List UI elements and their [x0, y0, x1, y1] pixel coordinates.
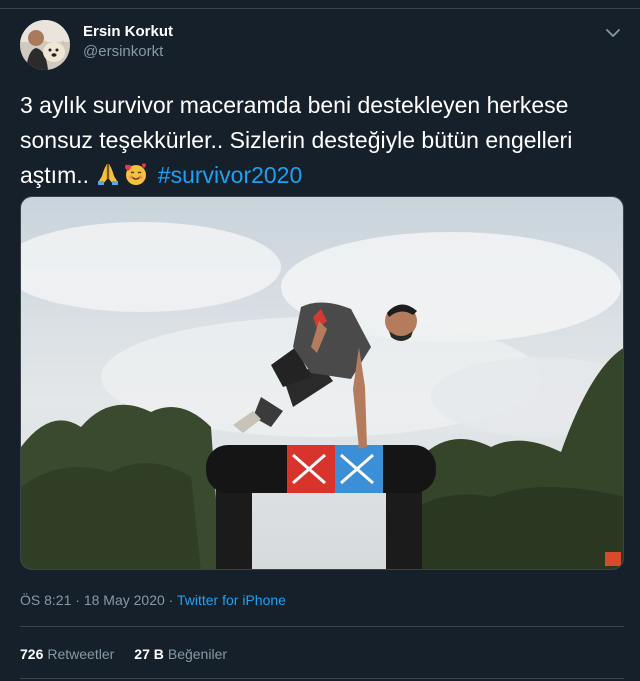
- smiling-face-with-hearts-icon: [125, 163, 147, 185]
- likes-count: 27 B: [134, 646, 164, 662]
- retweets-label: Retweetler: [47, 646, 115, 662]
- folded-hands-icon: [98, 164, 119, 185]
- tweet-header: Ersin Korkut @ersinkorkt: [20, 20, 173, 70]
- chevron-down-icon[interactable]: [604, 24, 622, 42]
- tweet-text: 3 aylık survivor maceramda beni destekle…: [20, 88, 625, 193]
- tweet-card: Ersin Korkut @ersinkorkt 3 aylık survivo…: [0, 0, 640, 681]
- likes-stat[interactable]: 27 B Beğeniler: [134, 644, 227, 664]
- divider: [20, 678, 624, 679]
- user-names: Ersin Korkut @ersinkorkt: [83, 22, 173, 62]
- likes-label: Beğeniler: [167, 646, 228, 662]
- retweets-stat[interactable]: 726 Retweetler: [20, 644, 114, 664]
- avatar[interactable]: [20, 20, 70, 70]
- meta-separator: ·: [71, 592, 84, 608]
- tweet-date[interactable]: 18 May 2020: [84, 592, 165, 608]
- top-divider: [0, 8, 640, 9]
- display-name[interactable]: Ersin Korkut: [83, 22, 173, 42]
- hashtag-link[interactable]: #survivor2020: [158, 162, 302, 188]
- tweet-time[interactable]: ÖS 8:21: [20, 592, 71, 608]
- tweet-photo[interactable]: [20, 196, 624, 570]
- user-handle[interactable]: @ersinkorkt: [83, 42, 173, 62]
- meta-separator: ·: [164, 592, 177, 608]
- tweet-source-link[interactable]: Twitter for iPhone: [177, 592, 286, 608]
- divider: [20, 626, 624, 627]
- retweets-count: 726: [20, 646, 44, 662]
- tweet-stats: 726 Retweetler 27 B Beğeniler: [20, 644, 247, 664]
- tweet-meta: ÖS 8:21 · 18 May 2020 · Twitter for iPho…: [20, 590, 286, 610]
